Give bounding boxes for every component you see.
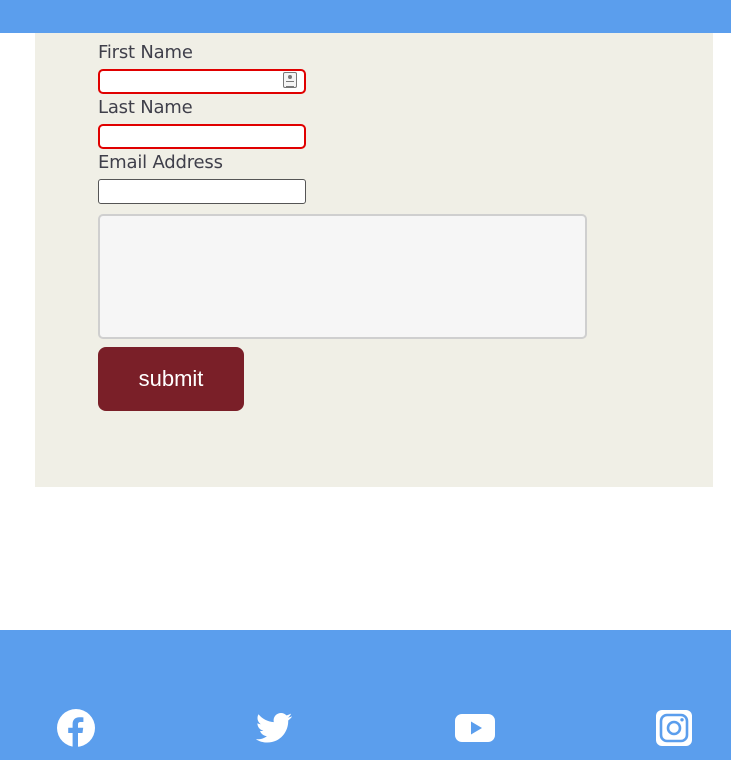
instagram-icon[interactable]	[654, 708, 694, 748]
contact-card-icon[interactable]	[283, 72, 297, 88]
submit-button[interactable]: submit	[98, 347, 244, 411]
twitter-icon[interactable]	[254, 708, 294, 748]
last-name-input[interactable]	[98, 124, 306, 149]
top-header-bar	[0, 0, 731, 33]
message-textarea[interactable]	[98, 214, 587, 339]
facebook-icon[interactable]	[56, 708, 96, 748]
footer	[0, 630, 731, 760]
last-name-label: Last Name	[98, 97, 193, 118]
first-name-label: First Name	[98, 42, 193, 63]
email-address-label: Email Address	[98, 152, 223, 173]
email-address-input[interactable]	[98, 179, 306, 204]
youtube-icon[interactable]	[455, 708, 495, 748]
first-name-input[interactable]	[98, 69, 306, 94]
